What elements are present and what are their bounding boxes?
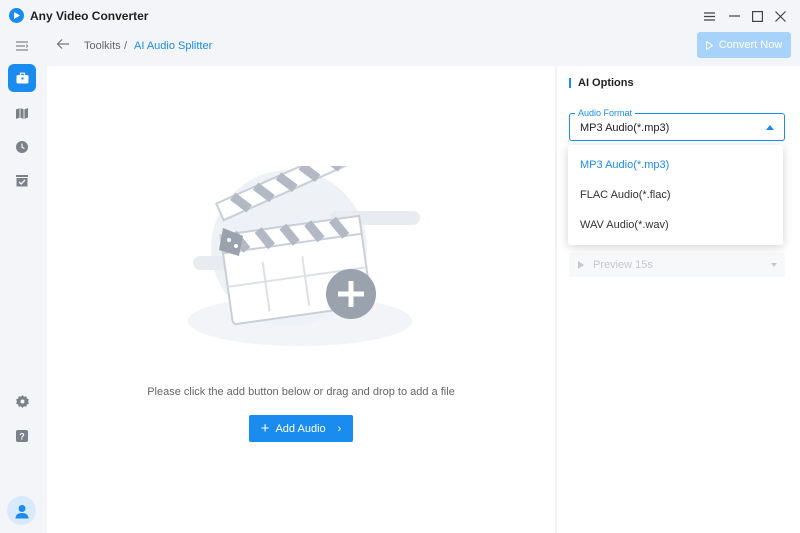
format-option-flac[interactable]: FLAC Audio(*.flac) — [568, 180, 783, 210]
sidebar-item-toolkits[interactable] — [8, 64, 36, 92]
preview-button[interactable]: Preview 15s — [569, 253, 785, 277]
play-icon — [705, 40, 713, 50]
drop-hint-text: Please click the add button below or dra… — [147, 386, 455, 398]
maximize-icon[interactable] — [747, 6, 767, 26]
chevron-up-icon — [766, 125, 774, 130]
add-audio-button[interactable]: + Add Audio › — [249, 415, 353, 442]
ai-options-panel: AI Options Audio Format MP3 Audio(*.mp3)… — [556, 66, 800, 533]
svg-text:?: ? — [19, 432, 25, 442]
chevron-right-icon: › — [337, 422, 342, 435]
add-audio-label: Add Audio — [275, 422, 326, 435]
file-drop-area[interactable]: Please click the add button below or dra… — [47, 66, 555, 533]
sidebar: ? — [0, 32, 44, 533]
audio-format-value: MP3 Audio(*.mp3) — [580, 122, 670, 134]
sidebar-item-history[interactable] — [8, 133, 36, 161]
breadcrumb-separator: / — [124, 40, 128, 52]
breadcrumb-toolkits[interactable]: Toolkits — [84, 40, 121, 52]
title-bar: Any Video Converter — [0, 0, 800, 32]
close-icon[interactable] — [770, 6, 790, 26]
history-icon — [16, 141, 28, 153]
audio-format-select[interactable]: Audio Format MP3 Audio(*.mp3) — [569, 108, 785, 141]
sidebar-item-map[interactable] — [8, 99, 36, 127]
play-icon — [578, 261, 584, 269]
convert-now-label: Convert Now — [718, 39, 783, 51]
format-option-wav[interactable]: WAV Audio(*.wav) — [568, 210, 783, 240]
audio-format-legend: Audio Format — [575, 108, 636, 118]
ai-options-title: AI Options — [569, 78, 634, 89]
map-icon — [16, 107, 28, 119]
audio-format-dropdown: MP3 Audio(*.mp3) FLAC Audio(*.flac) WAV … — [568, 145, 783, 245]
format-option-mp3[interactable]: MP3 Audio(*.mp3) — [568, 150, 783, 180]
avatar[interactable] — [7, 496, 36, 525]
plus-icon: + — [260, 420, 270, 437]
sidebar-item-settings[interactable] — [8, 387, 36, 415]
avatar-icon — [15, 504, 28, 518]
sidebar-menu-icon[interactable] — [8, 32, 36, 60]
clapperboard-illustration — [188, 166, 420, 346]
app-logo-icon — [9, 8, 24, 23]
help-icon: ? — [16, 430, 28, 442]
sidebar-item-tasks[interactable] — [8, 167, 36, 195]
convert-now-button[interactable]: Convert Now — [697, 32, 791, 58]
preview-label: Preview 15s — [593, 259, 653, 271]
toolbox-icon — [16, 72, 28, 84]
sidebar-item-help[interactable]: ? — [8, 422, 36, 450]
minimize-icon[interactable] — [724, 6, 744, 26]
window-menu-icon[interactable] — [699, 6, 719, 26]
chevron-down-icon — [771, 263, 777, 267]
app-title: Any Video Converter — [30, 9, 149, 23]
tasks-icon — [16, 175, 28, 187]
back-arrow-icon[interactable] — [56, 38, 72, 54]
breadcrumb-current: AI Audio Splitter — [134, 40, 213, 52]
settings-icon — [15, 394, 29, 408]
